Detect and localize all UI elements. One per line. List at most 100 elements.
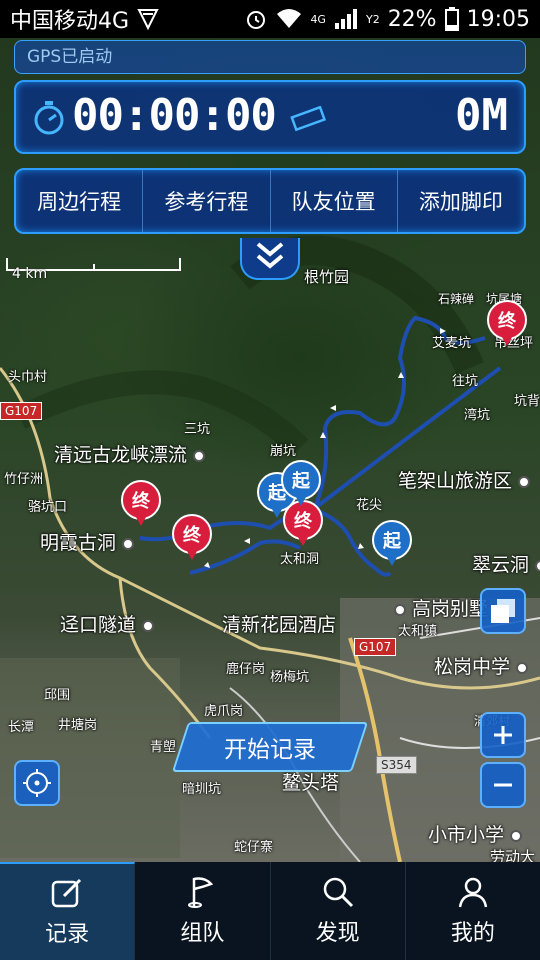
network-type-label: 4G xyxy=(310,12,326,26)
layer-toggle-button[interactable] xyxy=(480,588,526,634)
tab-label: 记录 xyxy=(45,922,90,947)
search-icon xyxy=(323,877,353,908)
map-label: 井塘岗 xyxy=(58,718,98,733)
ruler-icon xyxy=(290,106,326,132)
poi-marker-icon xyxy=(518,475,531,488)
start-pin[interactable]: 起 xyxy=(372,520,412,572)
carrier-label: 中国移动4G xyxy=(10,9,130,34)
timer-panel: 00:00:00 0M xyxy=(14,80,526,154)
tab-label: 组队 xyxy=(180,921,225,946)
end-pin[interactable]: 终 xyxy=(487,300,527,352)
poi-marker-icon xyxy=(193,449,206,462)
menu-nearby-trips[interactable]: 周边行程 xyxy=(16,170,144,232)
map-label: 暗圳坑 xyxy=(182,782,222,797)
start-record-label: 开始记录 xyxy=(224,737,316,763)
map-label: 迳口隧道 xyxy=(60,610,155,637)
map-label: 鳌头塔 xyxy=(282,772,340,794)
map-label: 翠云洞 xyxy=(472,550,540,577)
poi-name: 笔架山旅游区 xyxy=(398,470,513,492)
map-label: 三坑 xyxy=(184,422,211,437)
user-icon xyxy=(458,877,488,908)
locate-icon xyxy=(23,769,51,797)
poi-marker-icon xyxy=(516,661,529,674)
map-label: 石辣䃅 xyxy=(438,292,475,306)
sim-label: Y2 xyxy=(365,12,380,26)
poi-marker-icon xyxy=(122,537,135,550)
poi-marker-icon xyxy=(510,829,523,842)
poi-name: 清远古龙峡漂流 xyxy=(54,444,188,466)
poi-marker-icon xyxy=(394,603,406,616)
road-shield-g107: G107 xyxy=(0,402,43,420)
shield-icon xyxy=(137,9,159,31)
end-pin[interactable]: 终 xyxy=(121,480,161,532)
map-label: 长潭 xyxy=(8,720,35,735)
map-label: 劳动大 xyxy=(490,848,536,862)
map-label: 杨梅坑 xyxy=(270,670,310,685)
zoom-in-button[interactable] xyxy=(480,712,526,758)
map-label: 太和镇 xyxy=(398,624,438,639)
poi-name: 明霞古洞 xyxy=(40,532,117,554)
map-label: 清远古龙峡漂流 xyxy=(54,440,206,467)
poi-name: 翠云洞 xyxy=(472,554,530,576)
status-bar: 中国移动4G 4G Y2 22% 19:05 xyxy=(0,0,540,38)
map-label: 明霞古洞 xyxy=(40,528,135,555)
function-menu: 周边行程 参考行程 队友位置 添加脚印 xyxy=(14,168,526,234)
tab-discover[interactable]: 发现 xyxy=(271,862,406,960)
flag-icon xyxy=(188,877,214,908)
map-label: 坑背 xyxy=(514,394,540,409)
distance-value: 0M xyxy=(455,90,508,141)
poi-marker-icon xyxy=(142,619,155,632)
start-pin[interactable]: 起 xyxy=(281,460,321,512)
map-label: 花尖 xyxy=(356,498,383,513)
map-label: 蛇仔寨 xyxy=(234,840,274,855)
map-label: 往坑 xyxy=(452,374,479,389)
menu-add-footprint[interactable]: 添加脚印 xyxy=(398,170,524,232)
alarm-icon xyxy=(247,11,266,29)
bottom-navigation: 记录 组队 发现 我的 xyxy=(0,862,540,960)
gps-status-bar: GPS已启动 xyxy=(14,40,526,74)
menu-teammate-location[interactable]: 队友位置 xyxy=(271,170,398,232)
map-label: 青塱 xyxy=(150,740,177,755)
menu-reference-trips[interactable]: 参考行程 xyxy=(143,170,271,232)
poi-name: 小市小学 xyxy=(428,824,505,846)
end-pin[interactable]: 终 xyxy=(172,514,212,566)
chevron-down-icon xyxy=(256,242,284,269)
map-label: 小市小学 xyxy=(428,820,523,847)
map-label: 艾麦坑 xyxy=(432,336,472,351)
map-label: 松岗中学 xyxy=(434,652,529,679)
tab-record[interactable]: 记录 xyxy=(0,862,136,960)
signal-icon xyxy=(334,9,357,29)
poi-name: 高岗别墅 xyxy=(412,598,489,620)
tab-team[interactable]: 组队 xyxy=(135,862,271,960)
battery-percent: 22% xyxy=(387,6,437,32)
poi-name: 迳口隧道 xyxy=(60,614,137,636)
map-label: 湾坑 xyxy=(464,408,491,423)
map-label: 崩坑 xyxy=(270,444,297,459)
edit-icon xyxy=(51,878,82,908)
zoom-out-button[interactable] xyxy=(480,762,526,808)
collapse-panel-button[interactable] xyxy=(240,238,300,280)
wifi-icon xyxy=(277,9,302,28)
scale-label: 4 km xyxy=(12,266,48,282)
battery-icon xyxy=(444,7,459,31)
elapsed-time: 00:00:00 xyxy=(72,90,277,141)
tab-me[interactable]: 我的 xyxy=(406,862,540,960)
map-label: 骆坑口 xyxy=(28,500,68,515)
map-label: 根竹园 xyxy=(304,268,350,286)
gps-status-text: GPS已启动 xyxy=(27,47,113,67)
minus-icon xyxy=(494,783,512,787)
tab-label: 我的 xyxy=(450,921,495,946)
map-label: 鹿仔岗 xyxy=(226,662,266,677)
map-label: 清新花园酒店 xyxy=(222,614,337,636)
map-label: 头巾村 xyxy=(8,370,48,385)
map-label: 高岗别墅 xyxy=(394,594,488,621)
poi-name: 松岗中学 xyxy=(434,656,511,678)
road-shield-s354: S354 xyxy=(376,756,417,774)
layers-icon xyxy=(491,599,515,623)
tab-label: 发现 xyxy=(315,921,360,946)
start-record-button[interactable]: 开始记录 xyxy=(171,722,369,772)
poi-marker-icon xyxy=(535,559,540,572)
map-label: 虎爪岗 xyxy=(204,704,244,719)
locate-me-button[interactable] xyxy=(14,760,60,806)
stopwatch-icon xyxy=(34,101,64,135)
